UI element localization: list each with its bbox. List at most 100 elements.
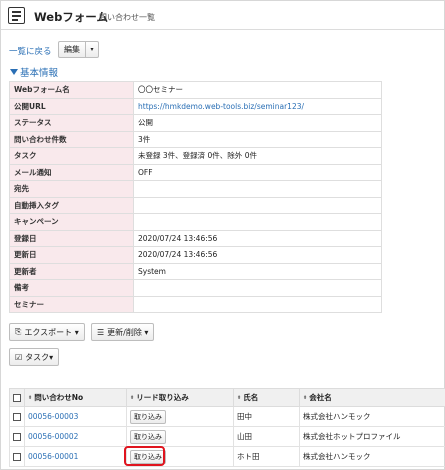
row-checkbox[interactable] (13, 433, 21, 441)
lead-import-cell: 取り込み (126, 426, 234, 447)
row-checkbox[interactable] (13, 453, 21, 461)
info-value (133, 295, 382, 313)
name-cell: 田中 (233, 406, 300, 427)
import-lead-button[interactable]: 取り込み (130, 429, 166, 444)
info-key: ステータス (9, 114, 134, 132)
sort-icon: ⬍ (237, 395, 242, 401)
table-header-row: ⬍ 問い合わせNo ⬍ リード取り込み ⬍ 氏名 ⬍ 会社名 (9, 388, 445, 407)
basic-info-toggle[interactable]: 基本情報 (10, 65, 58, 79)
info-key: 公開URL (9, 97, 134, 115)
inquiry-no-cell: 00056-00003 (24, 406, 127, 427)
row-select-cell (9, 446, 25, 467)
info-row: タスク 未登録 3件、登録済 0件、除外 0件 (9, 147, 382, 165)
inquiry-no-link[interactable]: 00056-00001 (28, 452, 78, 461)
page-header: Webフォーム 問い合わせ一覧 (1, 1, 444, 30)
company-cell: 株式会社ホットプロファイル (299, 426, 445, 447)
info-key: タスク (9, 147, 134, 165)
form-icon (8, 7, 25, 24)
info-key: メール通知 (9, 163, 134, 181)
public-url-link[interactable]: https://hmkdemo.web-tools.biz/seminar123… (133, 97, 382, 115)
info-row: 更新者 System (9, 262, 382, 280)
info-row: 登録日 2020/07/24 13:46:56 (9, 229, 382, 247)
export-button[interactable]: ⎘ エクスポート ▾ (9, 323, 85, 341)
info-row: キャンペーン (9, 213, 382, 231)
row-select-cell (9, 426, 25, 447)
table-row: 00056-00003 取り込み 田中 株式会社ハンモック (9, 406, 445, 427)
page-title: Webフォーム (34, 10, 108, 24)
info-key: キャンペーン (9, 213, 134, 231)
table-row: 00056-00001 取り込み ホト田 株式会社ハンモック (9, 446, 445, 467)
page-subtitle: 問い合わせ一覧 (99, 13, 155, 22)
company-cell: 株式会社ハンモック (299, 406, 445, 427)
info-row: セミナー (9, 295, 382, 313)
col-inquiry-no[interactable]: ⬍ 問い合わせNo (24, 388, 127, 407)
info-value: 〇〇セミナー (133, 81, 382, 99)
sort-icon: ⬍ (28, 395, 33, 401)
info-row: 自動挿入タグ (9, 196, 382, 214)
info-key: 問い合わせ件数 (9, 130, 134, 148)
info-key: 備考 (9, 279, 134, 297)
info-row: 宛先 (9, 180, 382, 198)
task-icon: ☑ (15, 352, 23, 362)
col-company[interactable]: ⬍ 会社名 (299, 388, 445, 407)
info-row: 公開URL https://hmkdemo.web-tools.biz/semin… (9, 97, 382, 115)
inquiry-table: ⬍ 問い合わせNo ⬍ リード取り込み ⬍ 氏名 ⬍ 会社名 00056-00003 取り… (9, 388, 445, 467)
info-value: OFF (133, 163, 382, 181)
info-value (133, 196, 382, 214)
info-value (133, 279, 382, 297)
info-key: 宛先 (9, 180, 134, 198)
list-icon: ☰ (97, 327, 105, 337)
lead-import-cell: 取り込み (126, 446, 234, 467)
inquiry-no-cell: 00056-00001 (24, 446, 127, 467)
inquiry-no-link[interactable]: 00056-00002 (28, 432, 78, 441)
select-all-cell (9, 388, 25, 407)
basic-info-table: Webフォーム名 〇〇セミナー 公開URL https://hmkdemo.web-t… (9, 81, 382, 313)
row-checkbox[interactable] (13, 413, 21, 421)
col-lead-import[interactable]: ⬍ リード取り込み (126, 388, 234, 407)
name-cell: ホト田 (233, 446, 300, 467)
info-key: 自動挿入タグ (9, 196, 134, 214)
task-button[interactable]: ☑ タスク ▾ (9, 348, 60, 366)
info-key: 更新者 (9, 262, 134, 280)
info-key: Webフォーム名 (9, 81, 134, 99)
section-title: 基本情報 (20, 68, 59, 79)
select-all-checkbox[interactable] (13, 394, 21, 402)
table-row: 00056-00002 取り込み 山田 株式会社ホットプロファイル (9, 426, 445, 447)
info-row: 問い合わせ件数 3件 (9, 130, 382, 148)
import-lead-button[interactable]: 取り込み (130, 409, 166, 424)
edit-button-group: 編集 ▾ (58, 41, 99, 58)
col-name[interactable]: ⬍ 氏名 (233, 388, 300, 407)
info-row: 更新日 2020/07/24 13:46:56 (9, 246, 382, 264)
import-lead-button[interactable]: 取り込み (130, 449, 166, 464)
info-row: メール通知 OFF (9, 163, 382, 181)
edit-button[interactable]: 編集 (58, 41, 86, 58)
export-label: エクスポート (24, 327, 73, 337)
inquiry-no-link[interactable]: 00056-00003 (28, 412, 78, 421)
info-row: ステータス 公開 (9, 114, 382, 132)
inquiry-no-cell: 00056-00002 (24, 426, 127, 447)
info-key: セミナー (9, 295, 134, 313)
col-inquiry-no-label: 問い合わせNo (34, 393, 84, 402)
task-caret: ▾ (49, 352, 54, 362)
update-delete-caret: ▾ (144, 327, 149, 337)
info-value: System (133, 262, 382, 280)
info-row: 備考 (9, 279, 382, 297)
export-icon: ⎘ (15, 327, 22, 336)
info-key: 更新日 (9, 246, 134, 264)
col-lead-import-label: リード取り込み (136, 393, 189, 402)
info-value: 3件 (133, 130, 382, 148)
sort-icon: ⬍ (303, 395, 308, 401)
update-delete-button[interactable]: ☰ 更新/削除 ▾ (91, 323, 155, 341)
back-to-list-link[interactable]: 一覧に戻る (9, 45, 52, 57)
info-value (133, 213, 382, 231)
lead-import-cell: 取り込み (126, 406, 234, 427)
sort-icon: ⬍ (130, 395, 135, 401)
task-label: タスク (25, 352, 50, 362)
update-delete-label: 更新/削除 (107, 327, 142, 337)
col-company-label: 会社名 (309, 393, 332, 402)
export-caret: ▾ (74, 327, 79, 337)
info-row: Webフォーム名 〇〇セミナー (9, 81, 382, 99)
edit-dropdown-button[interactable]: ▾ (86, 41, 99, 58)
window: Webフォーム 問い合わせ一覧 一覧に戻る 編集 ▾ 基本情報 Webフォーム名… (0, 0, 445, 470)
info-value: 2020/07/24 13:46:56 (133, 246, 382, 264)
